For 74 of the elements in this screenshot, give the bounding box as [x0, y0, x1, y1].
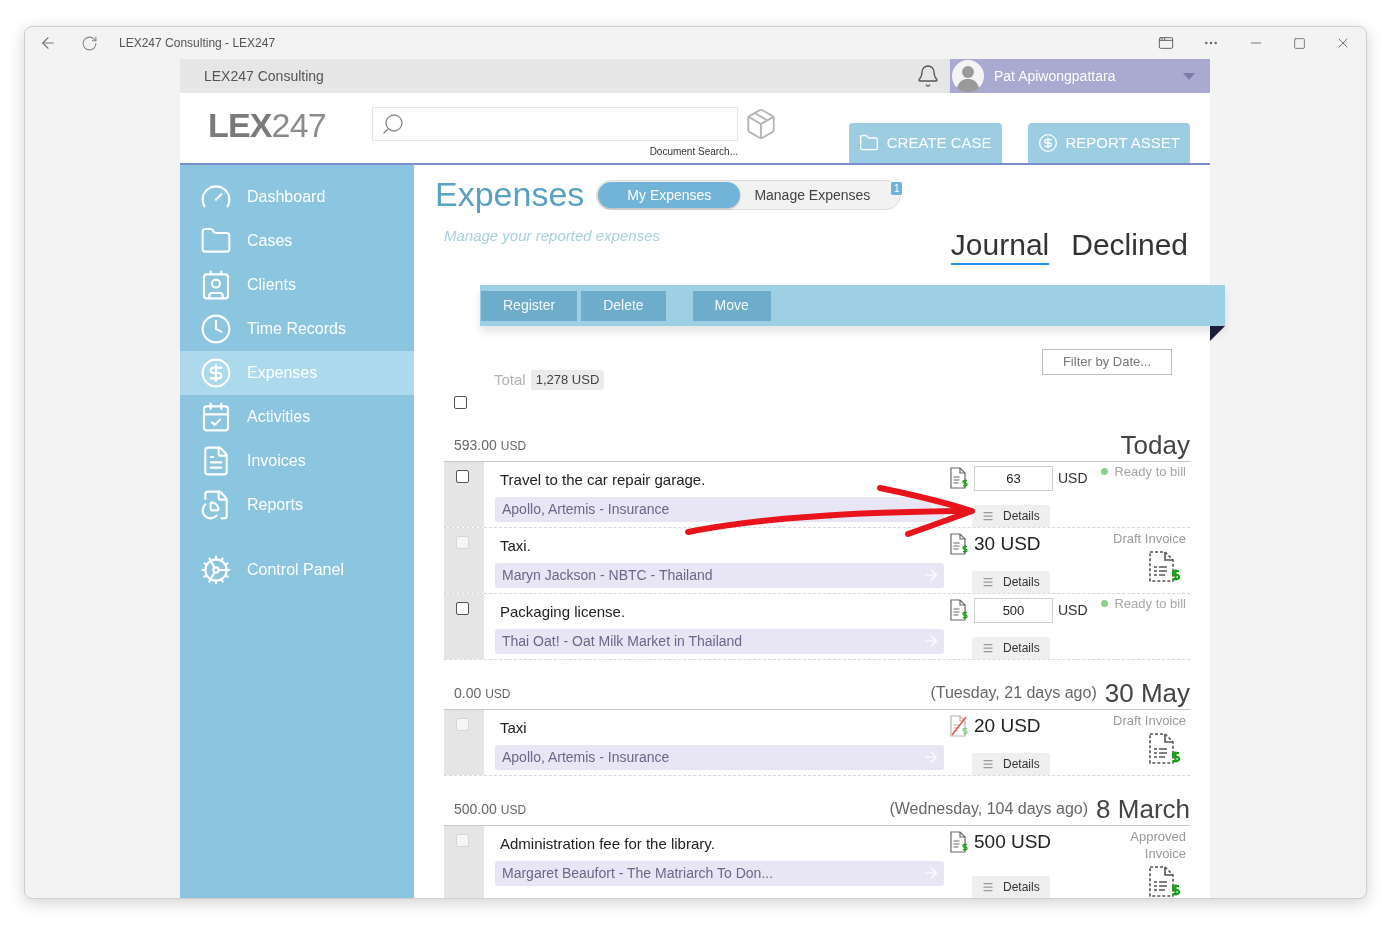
checkbox[interactable]	[454, 395, 467, 409]
group-date: Today	[1120, 428, 1190, 461]
arrow-right-icon	[922, 864, 940, 882]
total-value: 1,278 USD	[530, 370, 605, 391]
group-total: 593.00 USD	[454, 435, 527, 455]
expense-title: Taxi.	[499, 535, 532, 556]
count-badge: 1	[891, 182, 903, 195]
checkbox[interactable]	[456, 601, 469, 615]
user-menu[interactable]: Pat Apiwongpattara	[950, 59, 1210, 93]
expense-title: Administration fee for the library.	[499, 833, 716, 854]
invoice-status: Draft Invoice	[1113, 711, 1186, 729]
amount-input[interactable]: 63	[974, 465, 1053, 491]
invoice-document-icon	[1148, 732, 1180, 765]
group-total: 0.00 USD	[454, 683, 511, 703]
invoice-status: Approved Invoice	[1129, 827, 1186, 862]
tab[interactable]: Journal	[950, 228, 1050, 265]
details-button[interactable]: Details	[972, 636, 1050, 659]
arrow-right-icon	[922, 632, 940, 650]
page-subtitle: Manage your reported expenses	[444, 227, 660, 246]
reload-icon[interactable]	[81, 34, 98, 52]
menu-icon	[982, 509, 994, 522]
back-icon[interactable]	[39, 34, 57, 52]
currency-label: USD	[1058, 468, 1088, 488]
group-date: 8 March	[1096, 792, 1190, 825]
amount-text: 20 USD	[974, 714, 1041, 738]
expense-title: Taxi	[499, 717, 528, 738]
tab[interactable]: Declined	[1071, 228, 1188, 265]
fold-corner-icon	[1210, 326, 1225, 341]
notification-bell-icon[interactable]	[916, 64, 940, 88]
toggle-option[interactable]: Manage Expenses	[740, 182, 885, 208]
window-title: LEX247 Consulting - LEX247	[119, 35, 276, 52]
dollar-circle-icon	[200, 357, 232, 389]
expense-title: Packaging license.	[499, 601, 627, 622]
folder-icon	[858, 133, 879, 153]
details-button[interactable]: Details	[972, 504, 1050, 527]
total-label: Total	[494, 370, 526, 390]
menu-icon	[982, 757, 994, 770]
group-date: 30 May	[1104, 676, 1190, 709]
invoice-document-icon	[1148, 550, 1180, 583]
arrow-right-icon	[922, 748, 940, 766]
package-icon[interactable]	[744, 107, 778, 141]
firm-name: LEX247 Consulting	[203, 66, 324, 86]
maximize-icon[interactable]	[1293, 36, 1306, 50]
status-label: Ready to bill	[1114, 595, 1186, 612]
client-link[interactable]: Thai Oat! - Oat Milk Market in Thailand	[495, 628, 944, 654]
expense-title: Travel to the car repair garage.	[499, 469, 707, 490]
arrow-right-icon	[922, 566, 940, 584]
dollar-circle-icon	[1037, 133, 1058, 153]
status-label: Ready to bill	[1114, 463, 1186, 480]
checkbox[interactable]	[456, 469, 469, 483]
amount-text: 500 USD	[974, 830, 1052, 854]
calendar-check-icon	[200, 401, 232, 433]
logo: LEX247	[208, 106, 326, 144]
amount-text: 30 USD	[974, 532, 1041, 556]
toggle-option[interactable]: My Expenses	[598, 182, 741, 208]
contact-card-icon	[200, 269, 232, 301]
search-icon	[381, 112, 405, 136]
gear-icon	[200, 554, 232, 586]
amount-input[interactable]: 500	[974, 597, 1053, 623]
currency-label: USD	[1058, 600, 1088, 620]
relative-date: (Wednesday, 104 days ago)	[889, 798, 1089, 819]
search-caption: Document Search...	[648, 145, 738, 159]
relative-date: (Tuesday, 21 days ago)	[930, 682, 1097, 703]
search-field[interactable]	[372, 107, 738, 141]
caret-icon	[1183, 72, 1195, 80]
invoice-status: Draft Invoice	[1113, 529, 1186, 547]
filter-by-date-button[interactable]: Filter by Date...	[1042, 349, 1172, 375]
clock-icon	[200, 313, 232, 345]
menu-icon	[982, 575, 994, 588]
group-total: 500.00 USD	[454, 799, 527, 819]
page-title: Expenses	[435, 175, 585, 213]
menu-icon	[982, 641, 994, 654]
menu-icon	[982, 880, 994, 893]
app-window-icon[interactable]	[1158, 35, 1174, 51]
